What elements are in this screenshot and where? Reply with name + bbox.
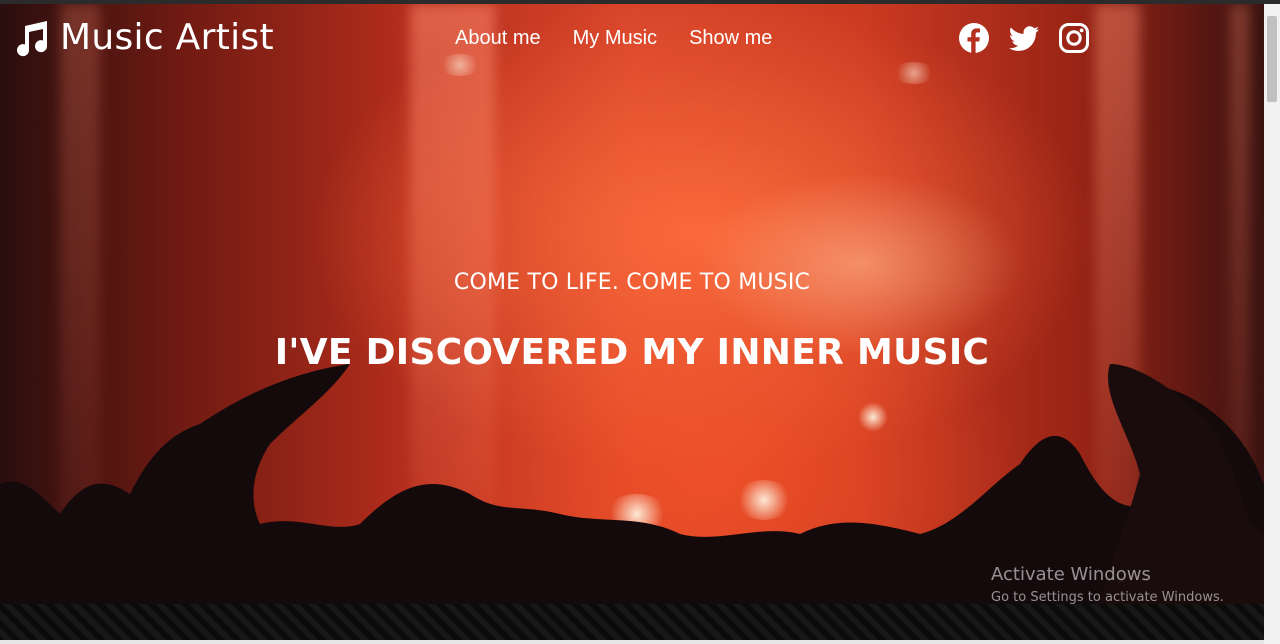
brand-title: Music Artist [60,17,274,58]
main-menu: About me My Music Show me [455,26,772,50]
window-top-edge [0,0,1280,4]
page-scrollbar[interactable] [1264,4,1280,644]
nav-about-me[interactable]: About me [455,26,541,50]
hero-tagline: COME TO LIFE. COME TO MUSIC [453,270,811,295]
social-links [958,22,1090,54]
facebook-icon[interactable] [958,22,990,54]
watermark-title: Activate Windows [991,564,1151,585]
activate-windows-watermark: Activate Windows Go to Settings to activ… [991,564,1224,607]
watermark-subtitle: Go to Settings to activate Windows. [991,590,1224,605]
nav-show-me[interactable]: Show me [689,26,772,50]
next-section-preview [0,604,1264,644]
brand-logo[interactable]: Music Artist [12,18,274,58]
top-navigation: Music Artist About me My Music Show me [0,4,1264,74]
nav-my-music[interactable]: My Music [573,26,657,50]
hero-background [0,4,1264,604]
scrollbar-thumb[interactable] [1267,16,1277,102]
music-note-icon [17,21,48,57]
hero-headline: I'VE DISCOVERED MY INNER MUSIC [274,332,990,373]
twitter-icon[interactable] [1008,22,1040,54]
instagram-icon[interactable] [1058,22,1090,54]
